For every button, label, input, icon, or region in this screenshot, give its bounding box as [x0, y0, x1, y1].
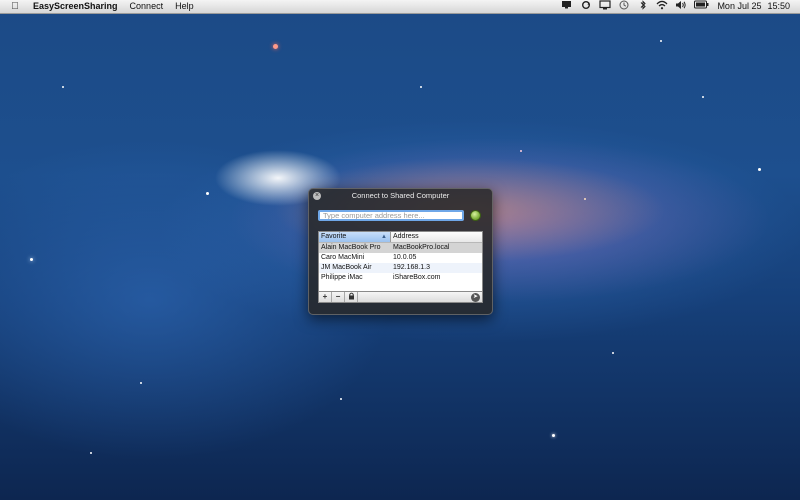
table-row[interactable]: Caro MacMini 10.0.05: [319, 253, 482, 263]
menu-connect[interactable]: Connect: [130, 0, 164, 13]
favorites-table: Favorite ▲ Address Alain MacBook Pro Mac…: [318, 231, 483, 292]
clock-time: 15:50: [767, 1, 790, 11]
menu-bar-clock[interactable]: Mon Jul 25 15:50: [717, 0, 790, 13]
star: [702, 96, 704, 98]
menu-bar-extras: Mon Jul 25 15:50: [554, 0, 790, 13]
menu-bar-left:  EasyScreenSharing Connect Help: [10, 0, 206, 13]
address-cell: iShareBox.com: [393, 274, 441, 281]
lock-icon[interactable]: [345, 292, 358, 302]
apple-logo-icon[interactable]: : [10, 1, 20, 12]
menu-bar:  EasyScreenSharing Connect Help Mo: [0, 0, 800, 14]
add-favorite-button[interactable]: +: [319, 292, 332, 302]
connect-arrow-icon[interactable]: ➤: [471, 292, 480, 302]
menu-help[interactable]: Help: [175, 0, 194, 13]
column-header-favorite[interactable]: Favorite ▲: [319, 232, 391, 242]
address-cell: 192.168.1.3: [393, 264, 430, 271]
star: [206, 192, 209, 195]
window-titlebar[interactable]: × Connect to Shared Computer: [309, 189, 492, 203]
star: [520, 150, 522, 152]
favorite-cell: Caro MacMini: [321, 254, 365, 261]
favorite-cell: JM MacBook Air: [321, 264, 372, 271]
star: [584, 198, 586, 200]
column-header-address[interactable]: Address: [391, 232, 482, 242]
table-row[interactable]: JM MacBook Air 192.168.1.3: [319, 263, 482, 273]
star: [340, 398, 342, 400]
go-button[interactable]: [470, 210, 481, 221]
star: [612, 352, 614, 354]
star: [420, 86, 422, 88]
address-cell: MacBookPro.local: [393, 244, 450, 251]
address-cell: 10.0.05: [393, 254, 417, 261]
table-row[interactable]: Alain MacBook Pro MacBookPro.local: [319, 243, 482, 253]
app-menu[interactable]: EasyScreenSharing: [33, 0, 118, 13]
star: [758, 168, 761, 171]
favorite-cell: Alain MacBook Pro: [321, 244, 381, 251]
screen-icon[interactable]: [560, 0, 573, 13]
battery-icon[interactable]: [693, 0, 709, 13]
star: [552, 434, 555, 437]
bluetooth-icon[interactable]: [636, 0, 649, 13]
sort-ascending-icon: ▲: [381, 234, 387, 240]
star: [660, 40, 662, 42]
star: [90, 452, 92, 454]
address-input[interactable]: [318, 210, 464, 221]
star: [30, 258, 33, 261]
table-row[interactable]: Philippe iMac iShareBox.com: [319, 273, 482, 283]
window-title: Connect to Shared Computer: [351, 191, 450, 200]
star: [273, 44, 278, 49]
table-header: Favorite ▲ Address: [319, 232, 482, 243]
remove-favorite-button[interactable]: −: [332, 292, 345, 302]
column-header-favorite-label: Favorite: [321, 233, 347, 240]
clock-day: Mon Jul 25: [717, 1, 762, 11]
volume-icon[interactable]: [674, 0, 687, 13]
display-icon[interactable]: [598, 0, 611, 13]
connect-window: × Connect to Shared Computer Favorite ▲ …: [308, 188, 493, 315]
table-toolbar: + − ➤: [318, 292, 483, 303]
star: [140, 382, 142, 384]
time-machine-icon[interactable]: [617, 0, 630, 13]
wifi-icon[interactable]: [655, 0, 668, 13]
star: [62, 86, 64, 88]
favorite-cell: Philippe iMac: [321, 274, 363, 281]
sync-icon[interactable]: [579, 0, 592, 13]
